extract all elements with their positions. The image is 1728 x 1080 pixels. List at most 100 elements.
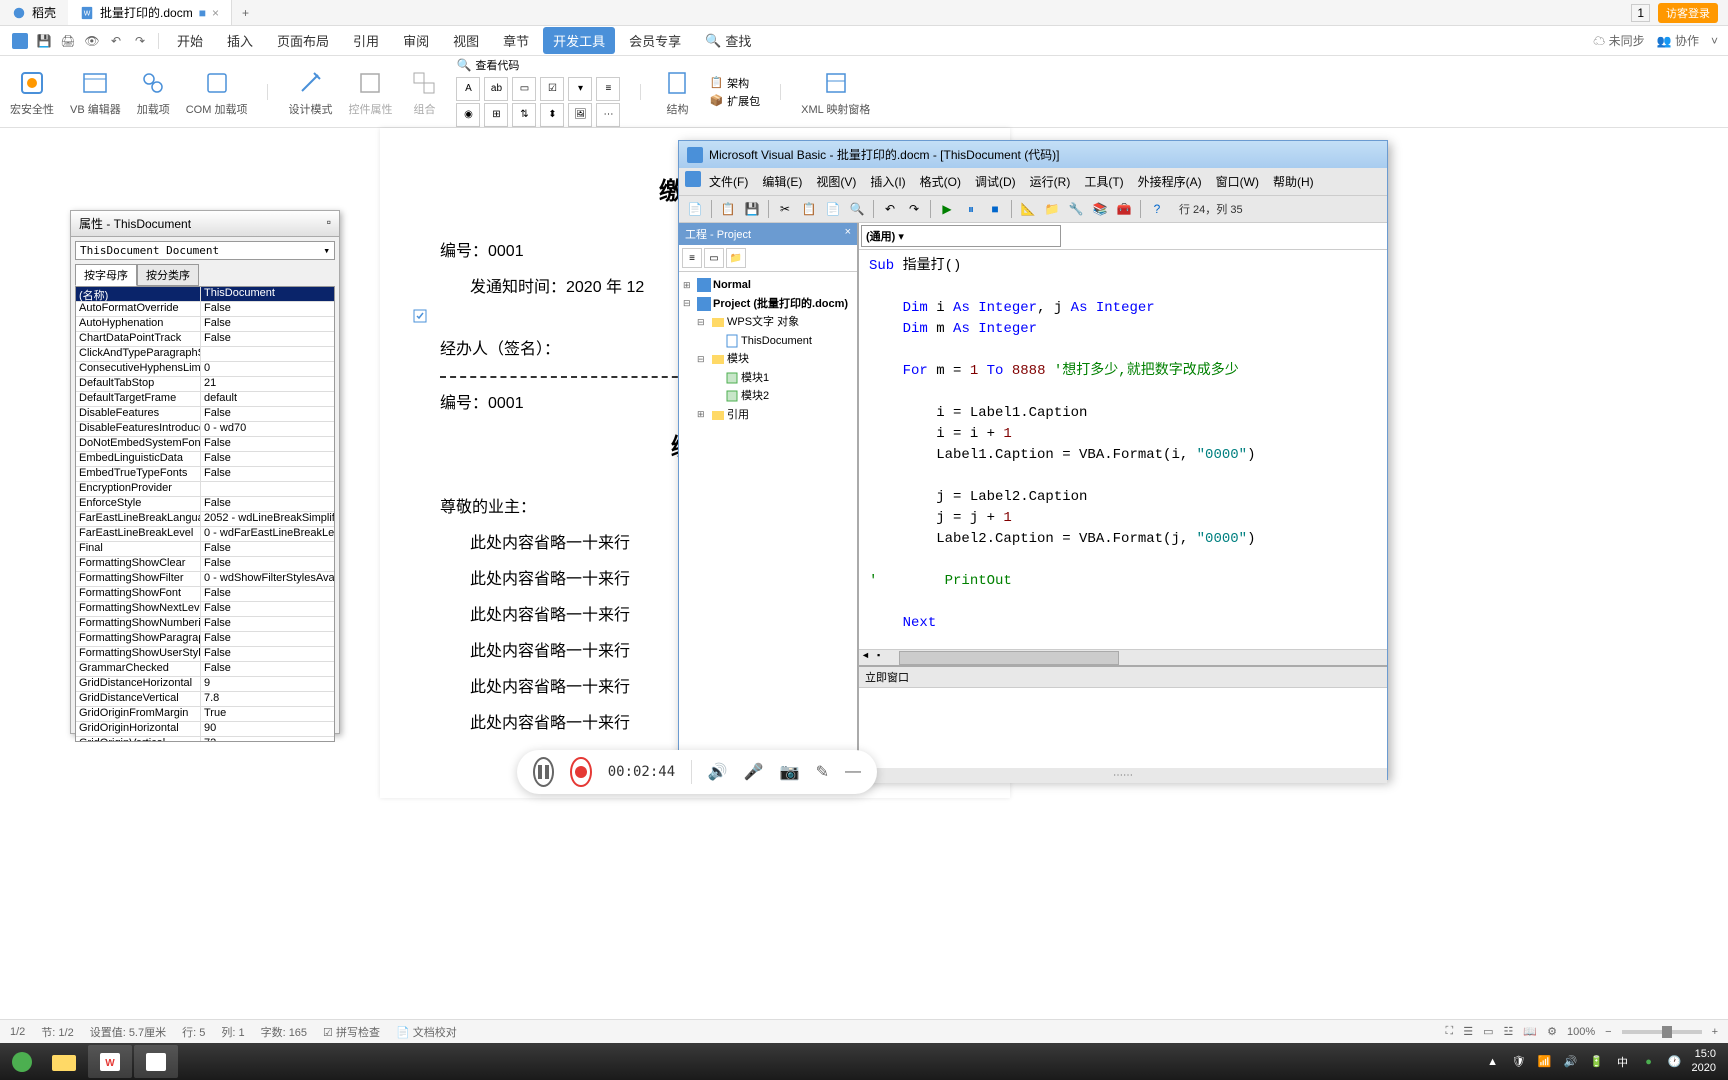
tray-wechat-icon[interactable]: ● — [1640, 1053, 1658, 1071]
screen-recorder-bar[interactable]: 00:02:44 🔊 🎤 📷 ✎ — — [517, 750, 877, 794]
vbe-stop-icon[interactable]: ■ — [985, 199, 1005, 219]
collab-button[interactable]: 👥 协作 — [1657, 32, 1699, 49]
vbe-view-word-icon[interactable]: 📄 — [685, 199, 705, 219]
tray-volume-icon[interactable]: 🔊 — [1562, 1053, 1580, 1071]
vbe-menu-help[interactable]: 帮助(H) — [1267, 171, 1320, 192]
status-proofing[interactable]: 📄 文档校对 — [396, 1024, 457, 1040]
tool-control-props[interactable]: 控件属性 — [348, 67, 392, 117]
property-row[interactable]: FormattingShowUserStyleNamFalse — [76, 647, 334, 662]
vbe-find-icon[interactable]: 🔍 — [847, 199, 867, 219]
property-row[interactable]: FinalFalse — [76, 542, 334, 557]
vbe-immediate-body[interactable] — [859, 688, 1387, 768]
vbe-browser-icon[interactable]: 📚 — [1090, 199, 1110, 219]
vbe-menu-file[interactable]: 文件(F) — [703, 171, 754, 192]
vbe-save-icon[interactable]: 💾 — [742, 199, 762, 219]
property-row[interactable]: GrammarCheckedFalse — [76, 662, 334, 677]
vbe-undo-icon[interactable]: ↶ — [880, 199, 900, 219]
view-fullscreen-icon[interactable]: ⛶ — [1446, 1025, 1454, 1038]
menu-app-icon[interactable] — [10, 31, 30, 51]
vbe-menu-view[interactable]: 视图(V) — [810, 171, 862, 192]
view-outline-icon[interactable]: ☰ — [1463, 1025, 1473, 1038]
control-button[interactable]: ▭ — [512, 77, 536, 101]
tool-schema[interactable]: 架构 — [727, 75, 749, 91]
tray-network-icon[interactable]: 📶 — [1536, 1053, 1554, 1071]
close-icon[interactable]: × — [212, 6, 219, 20]
props-tab-category[interactable]: 按分类序 — [137, 264, 199, 286]
tool-com-addins[interactable]: COM 加载项 — [186, 67, 248, 117]
vbe-menu-format[interactable]: 格式(O) — [914, 171, 967, 192]
vbe-project-tree[interactable]: ⊞Normal ⊟Project (批量打印的.docm) ⊟WPS文字 对象 … — [679, 272, 857, 428]
camera-icon[interactable]: 📷 — [780, 762, 800, 782]
properties-object-combo[interactable]: ThisDocument Document ▾ — [75, 241, 335, 260]
property-row[interactable]: GridOriginVertical72 — [76, 737, 334, 742]
tray-shield-icon[interactable]: 🛡 — [1510, 1053, 1528, 1071]
tool-xml-mapping[interactable]: XML 映射窗格 — [801, 67, 870, 117]
vbe-design-icon[interactable]: 📐 — [1018, 199, 1038, 219]
tool-structure[interactable]: 结构 — [661, 67, 693, 117]
vbe-toolbox-icon[interactable]: 🧰 — [1114, 199, 1134, 219]
status-chars[interactable]: 字数: 165 — [261, 1024, 307, 1040]
control-image[interactable]: 🖼 — [568, 103, 592, 127]
taskbar-explorer[interactable] — [42, 1045, 86, 1078]
control-more[interactable]: ⋯ — [596, 103, 620, 127]
property-row[interactable]: FarEastLineBreakLevel0 - wdFarEastLineBr… — [76, 527, 334, 542]
zoom-slider[interactable] — [1622, 1030, 1702, 1034]
zoom-thumb[interactable] — [1662, 1026, 1672, 1038]
vbe-view-object-icon[interactable]: ▭ — [704, 248, 724, 268]
property-row[interactable]: AutoFormatOverrideFalse — [76, 302, 334, 317]
view-web-icon[interactable]: ☳ — [1504, 1025, 1514, 1038]
search-button[interactable]: 🔍查找 — [695, 27, 761, 54]
props-tab-alpha[interactable]: 按字母序 — [75, 264, 137, 286]
undo-icon[interactable]: ↶ — [106, 31, 126, 51]
vbe-redo-icon[interactable]: ↷ — [904, 199, 924, 219]
panel-close-icon[interactable]: × — [845, 226, 851, 242]
properties-grid[interactable]: (名称)ThisDocumentAutoFormatOverrideFalseA… — [75, 286, 335, 742]
tab-shell[interactable]: 稻壳 — [0, 0, 68, 25]
vbe-project-icon[interactable]: 📁 — [1042, 199, 1062, 219]
redo-icon[interactable]: ↷ — [130, 31, 150, 51]
tool-expansion[interactable]: 扩展包 — [727, 93, 760, 109]
tool-macro-security[interactable]: 宏安全性 — [10, 67, 54, 117]
menu-references[interactable]: 引用 — [343, 27, 389, 54]
pen-icon[interactable]: ✎ — [816, 762, 829, 782]
vbe-help-icon[interactable]: ? — [1147, 199, 1167, 219]
view-read-icon[interactable]: 📖 — [1523, 1025, 1537, 1038]
vbe-view-code-icon[interactable]: ≡ — [682, 248, 702, 268]
tool-group-controls[interactable]: 组合 — [408, 67, 440, 117]
property-row[interactable]: GridOriginFromMarginTrue — [76, 707, 334, 722]
view-settings-icon[interactable]: ⚙ — [1547, 1025, 1557, 1038]
property-row[interactable]: DoNotEmbedSystemFontsFalse — [76, 437, 334, 452]
vbe-menu-run[interactable]: 运行(R) — [1024, 171, 1077, 192]
vbe-menu-window[interactable]: 窗口(W) — [1210, 171, 1265, 192]
property-row[interactable]: FormattingShowFontFalse — [76, 587, 334, 602]
chevron-down-icon[interactable]: ˅ — [1711, 34, 1718, 48]
menu-start[interactable]: 开始 — [167, 27, 213, 54]
sync-status[interactable]: ☁ 未同步 — [1593, 32, 1644, 49]
property-row[interactable]: DisableFeaturesFalse — [76, 407, 334, 422]
property-row[interactable]: FormattingShowNextLevelFalse — [76, 602, 334, 617]
property-row[interactable]: FormattingShowNumberingFalse — [76, 617, 334, 632]
vbe-cut-icon[interactable]: ✂ — [775, 199, 795, 219]
zoom-in-icon[interactable]: + — [1712, 1026, 1718, 1038]
control-label[interactable]: ab — [484, 77, 508, 101]
menu-view[interactable]: 视图 — [443, 27, 489, 54]
volume-icon[interactable]: 🔊 — [708, 762, 728, 782]
property-row[interactable]: FormattingShowFilter0 - wdShowFilterStyl… — [76, 572, 334, 587]
vbe-titlebar[interactable]: Microsoft Visual Basic - 批量打印的.docm - [T… — [679, 141, 1387, 168]
tool-view-code[interactable]: 查看代码 — [475, 57, 519, 73]
tray-ime-icon[interactable]: 中 — [1614, 1053, 1632, 1071]
property-row[interactable]: FormattingShowParagraphFalse — [76, 632, 334, 647]
vbe-pause-icon[interactable]: ⏸ — [961, 199, 981, 219]
property-row[interactable]: ConsecutiveHyphensLimit0 — [76, 362, 334, 377]
menu-developer[interactable]: 开发工具 — [543, 27, 615, 54]
tray-up-icon[interactable]: ▲ — [1484, 1053, 1502, 1071]
tree-expand-icon[interactable]: ⊞ — [683, 279, 695, 293]
vbe-props-icon[interactable]: 🔧 — [1066, 199, 1086, 219]
zoom-value[interactable]: 100% — [1567, 1026, 1595, 1038]
vbe-splitter[interactable]: ⋯⋯ — [859, 768, 1387, 783]
control-list[interactable]: ≡ — [596, 77, 620, 101]
vbe-code-editor[interactable]: Sub 指量打() Dim i As Integer, j As Integer… — [859, 250, 1387, 649]
control-scrollbar[interactable]: ⬍ — [540, 103, 564, 127]
vbe-menu-addins[interactable]: 外接程序(A) — [1132, 171, 1208, 192]
tool-vb-editor[interactable]: VB 编辑器 — [70, 67, 121, 117]
